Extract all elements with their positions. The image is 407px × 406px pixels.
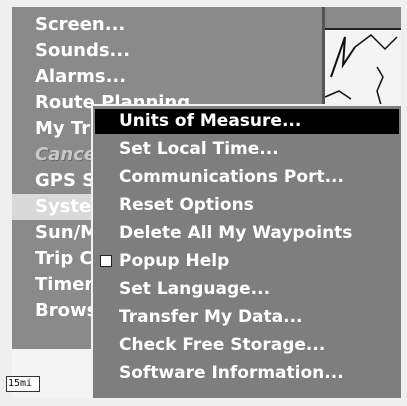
- menu-item-screen[interactable]: Screen...: [12, 12, 322, 38]
- screen-bezel-left: [0, 0, 12, 406]
- system-setup-popup: Units of Measure... Set Local Time... Co…: [91, 104, 403, 400]
- popup-item-transfer-my-data[interactable]: Transfer My Data...: [95, 305, 399, 330]
- popup-item-delete-all-waypoints[interactable]: Delete All My Waypoints: [95, 221, 399, 246]
- map-preview-icon: [325, 7, 401, 106]
- menu-item-alarms[interactable]: Alarms...: [12, 64, 322, 90]
- screen-bezel-top: [0, 0, 407, 7]
- menu-item-sounds[interactable]: Sounds...: [12, 38, 322, 64]
- popup-help-checkbox[interactable]: [100, 255, 112, 267]
- popup-item-set-local-time[interactable]: Set Local Time...: [95, 137, 399, 162]
- popup-item-software-information[interactable]: Software Information...: [95, 361, 399, 386]
- popup-item-set-language[interactable]: Set Language...: [95, 277, 399, 302]
- popup-item-units-of-measure[interactable]: Units of Measure...: [95, 109, 399, 134]
- gps-device-screen: Screen... Sounds... Alarms... Route Plan…: [0, 0, 407, 406]
- popup-item-reset-options[interactable]: Reset Options: [95, 193, 399, 218]
- popup-item-popup-help[interactable]: Popup Help: [95, 249, 399, 274]
- map-scale-label: 15mi: [6, 376, 40, 392]
- popup-item-communications-port[interactable]: Communications Port...: [95, 165, 399, 190]
- map-preview: [322, 7, 401, 117]
- popup-item-check-free-storage[interactable]: Check Free Storage...: [95, 333, 399, 358]
